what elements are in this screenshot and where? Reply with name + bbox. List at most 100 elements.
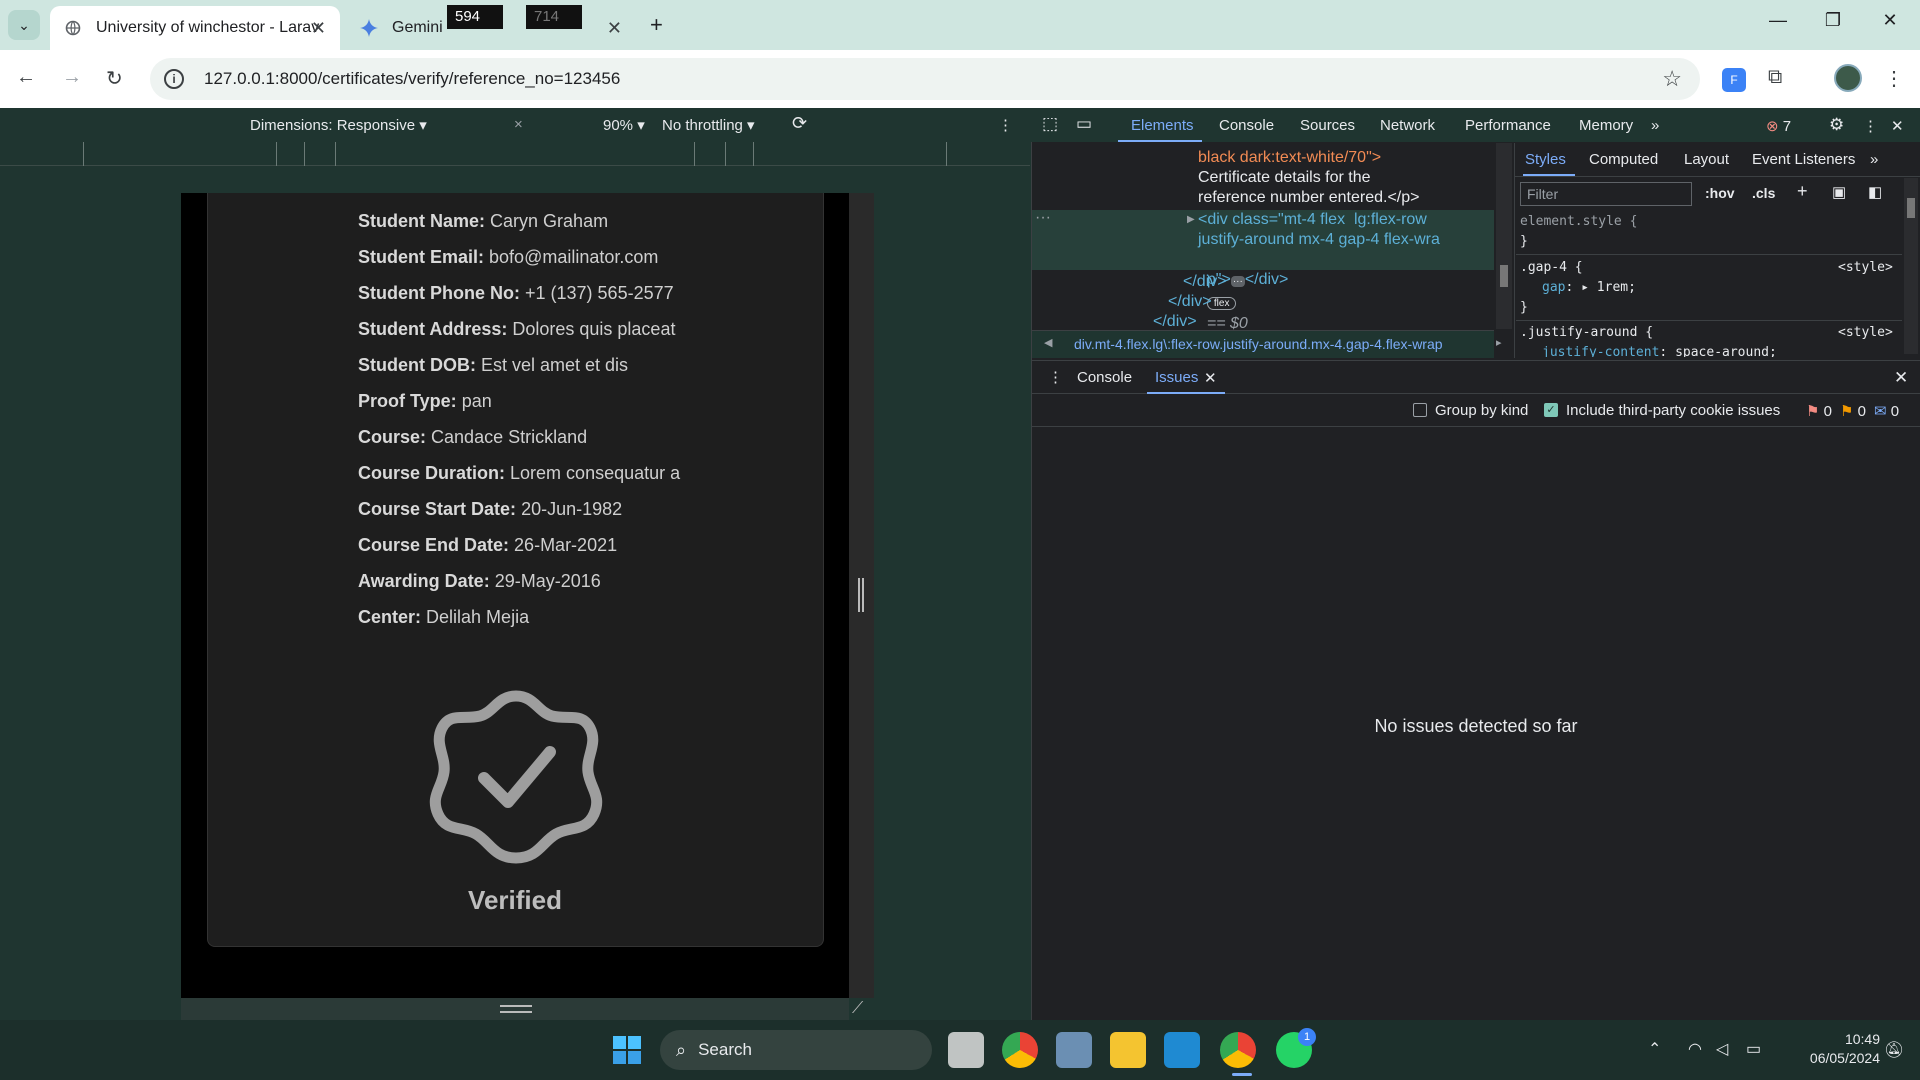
styles-scrollbar[interactable]: [1904, 178, 1918, 354]
minimize-icon[interactable]: —: [1758, 10, 1798, 31]
include-third-party-checkbox[interactable]: ✓: [1544, 403, 1558, 417]
cls-toggle[interactable]: .cls: [1752, 185, 1775, 201]
reload-icon[interactable]: ↻: [106, 66, 123, 91]
back-arrow-icon[interactable]: ←: [16, 66, 36, 89]
css-source-link[interactable]: <style>: [1838, 258, 1893, 278]
forward-arrow-icon[interactable]: →: [62, 66, 82, 89]
tab-layout[interactable]: Layout: [1684, 151, 1729, 168]
css-value[interactable]: space-around;: [1675, 345, 1777, 357]
field-course-duration: Course Duration: Lorem consequatur a: [358, 463, 681, 483]
battery-icon[interactable]: ▭: [1746, 1039, 1761, 1059]
clock-time: 10:49: [1844, 1031, 1880, 1047]
close-tab-icon[interactable]: ✕: [311, 18, 326, 39]
height-input[interactable]: 714: [526, 5, 582, 29]
close-issues-tab-icon[interactable]: ✕: [1204, 369, 1217, 387]
right-resize-handle[interactable]: [858, 578, 864, 612]
drawer-tab-issues[interactable]: Issues: [1155, 369, 1198, 386]
tab-console[interactable]: Console: [1219, 117, 1274, 134]
css-rule-selector[interactable]: .justify-around {: [1520, 323, 1653, 343]
tab-elements[interactable]: Elements: [1131, 117, 1194, 134]
tab-memory[interactable]: Memory: [1579, 117, 1633, 134]
new-tab-button[interactable]: +: [650, 12, 663, 38]
drawer-menu-icon[interactable]: ⋮: [1048, 368, 1063, 386]
hov-toggle[interactable]: :hov: [1705, 185, 1735, 201]
devtools-menu-icon[interactable]: ⋮: [1863, 117, 1878, 135]
translate-extension-icon[interactable]: F: [1722, 68, 1746, 92]
breadcrumb[interactable]: ◀ div.mt-4.flex.lg\:flex-row.justify-aro…: [1032, 330, 1502, 358]
vscode-icon[interactable]: [1164, 1032, 1200, 1068]
more-tabs-icon[interactable]: »: [1651, 117, 1659, 134]
field-awarding-date: Awarding Date: 29-May-2016: [358, 571, 601, 591]
site-info-icon[interactable]: i: [164, 69, 184, 89]
address-bar[interactable]: i 127.0.0.1:8000/certificates/verify/ref…: [150, 58, 1700, 100]
tab-sources[interactable]: Sources: [1300, 117, 1355, 134]
settings-gear-icon[interactable]: ⚙: [1829, 115, 1844, 135]
photos-icon[interactable]: [1056, 1032, 1092, 1068]
extensions-puzzle-icon[interactable]: ⧉: [1768, 66, 1782, 89]
taskbar-clock[interactable]: 10:49 06/05/2024: [1770, 1030, 1880, 1068]
css-source-link[interactable]: <style>: [1838, 323, 1893, 343]
tab-university[interactable]: University of winchestor - Larav ✕: [50, 6, 340, 50]
task-view-icon[interactable]: [948, 1032, 984, 1068]
expand-triangle-icon[interactable]: ▶: [1187, 210, 1195, 230]
close-tab-icon[interactable]: ✕: [607, 18, 622, 39]
tab-styles[interactable]: Styles: [1525, 151, 1566, 168]
close-drawer-icon[interactable]: ✕: [1894, 368, 1908, 388]
width-input[interactable]: 594: [447, 5, 503, 29]
css-rule-selector[interactable]: .gap-4 {: [1520, 258, 1583, 278]
close-devtools-icon[interactable]: ✕: [1891, 117, 1904, 135]
group-by-kind-checkbox[interactable]: [1413, 403, 1427, 417]
css-property[interactable]: justify-content: [1542, 345, 1659, 357]
tab-event-listeners[interactable]: Event Listeners: [1752, 151, 1855, 168]
windows-start-icon[interactable]: [612, 1035, 642, 1065]
tab-title: Gemini: [392, 19, 443, 36]
volume-icon[interactable]: ◁: [1716, 1039, 1728, 1059]
dimensions-dropdown[interactable]: Dimensions: Responsive ▾: [250, 116, 427, 134]
tab-performance[interactable]: Performance: [1465, 117, 1551, 134]
tab-computed[interactable]: Computed: [1589, 151, 1658, 168]
toggle-sidebar-icon[interactable]: ◧: [1868, 183, 1882, 201]
file-explorer-icon[interactable]: [1110, 1032, 1146, 1068]
dom-ellipsis-icon[interactable]: ···: [1035, 208, 1051, 228]
close-window-icon[interactable]: ✕: [1870, 10, 1910, 31]
browser-menu-icon[interactable]: ⋮: [1884, 66, 1904, 91]
throttling-dropdown[interactable]: No throttling ▾: [662, 116, 755, 134]
paint-brush-icon[interactable]: ▣: [1832, 183, 1846, 201]
styles-filter-input[interactable]: Filter: [1520, 182, 1692, 206]
bottom-resize-handle[interactable]: [500, 1005, 532, 1013]
more-panes-icon[interactable]: »: [1870, 151, 1878, 168]
crumb-left-icon[interactable]: ◀: [1044, 336, 1052, 349]
breadcrumb-path[interactable]: div.mt-4.flex.lg\:flex-row.justify-aroun…: [1074, 336, 1443, 352]
device-toolbar-menu-icon[interactable]: ⋮: [998, 116, 1013, 134]
profile-avatar[interactable]: [1834, 64, 1862, 92]
tab-network[interactable]: Network: [1380, 117, 1435, 134]
field-student-name: Student Name: Caryn Graham: [358, 211, 609, 231]
device-toggle-icon[interactable]: ▭: [1076, 114, 1092, 134]
url-text[interactable]: 127.0.0.1:8000/certificates/verify/refer…: [204, 69, 620, 89]
css-property[interactable]: gap: [1542, 280, 1565, 295]
notifications-bell-icon[interactable]: 🔕︎: [1884, 1040, 1904, 1060]
zoom-dropdown[interactable]: 90% ▾: [603, 116, 645, 134]
inspect-element-icon[interactable]: ⬚: [1042, 114, 1058, 134]
tray-chevron-up-icon[interactable]: ⌃: [1648, 1039, 1661, 1059]
error-count-badge[interactable]: ⊗ 7: [1766, 117, 1791, 135]
clock-date: 06/05/2024: [1809, 1050, 1880, 1066]
chrome-icon[interactable]: [1002, 1032, 1038, 1068]
new-rule-icon[interactable]: +: [1797, 181, 1808, 202]
media-query-ruler[interactable]: [0, 142, 1030, 166]
corner-resize-handle[interactable]: ⟋: [852, 1000, 863, 1018]
taskbar-search[interactable]: ⌕ Search: [660, 1030, 932, 1070]
rotate-icon[interactable]: ⟳: [792, 113, 807, 134]
tab-search-button[interactable]: ⌄: [8, 10, 40, 40]
css-value[interactable]: 1rem;: [1597, 280, 1636, 295]
collapsed-ellipsis[interactable]: ···: [1230, 276, 1245, 287]
dom-scrollbar[interactable]: [1496, 143, 1512, 329]
drawer-tab-console[interactable]: Console: [1077, 369, 1132, 386]
wifi-icon[interactable]: ◠: [1688, 1039, 1702, 1059]
bookmark-star-icon[interactable]: ☆: [1662, 66, 1682, 92]
restore-icon[interactable]: ❐: [1813, 10, 1853, 31]
field-course-start-date: Course Start Date: 20-Jun-1982: [358, 499, 623, 519]
throttling-label: No throttling: [662, 117, 743, 134]
chrome-active-icon[interactable]: [1220, 1032, 1256, 1068]
crumb-right-icon[interactable]: ▸: [1496, 336, 1502, 349]
